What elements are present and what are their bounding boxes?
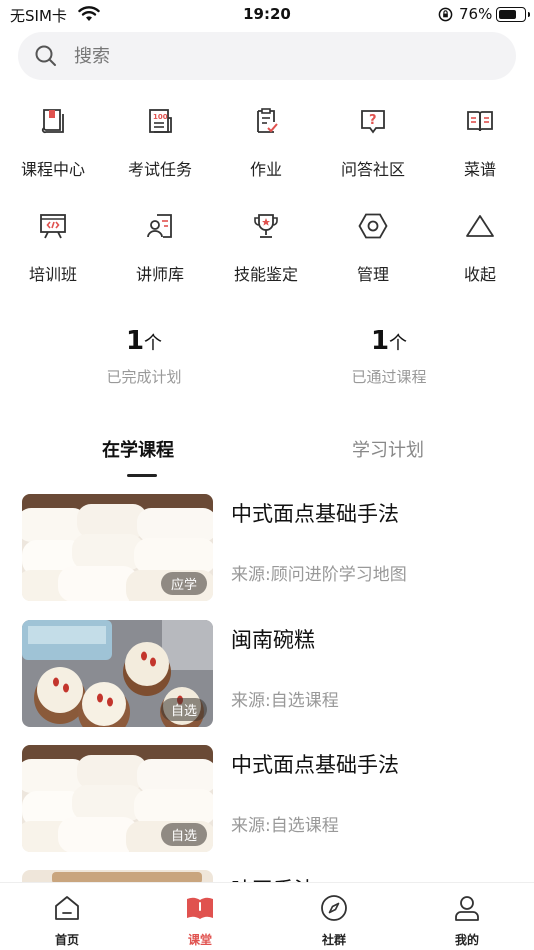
trophy-icon [254, 214, 278, 238]
course-thumbnail: 自选 [22, 745, 213, 852]
stat-label: 已完成计划 [106, 368, 182, 386]
course-center-icon [41, 109, 64, 134]
course-title: 中式面点基础手法 [231, 502, 399, 526]
course-badge: 自选 [160, 823, 207, 846]
grid-label: 问答社区 [340, 160, 405, 179]
tab-current-courses[interactable]: 在学课程 [102, 436, 174, 462]
stat-value: 1 [125, 326, 145, 356]
homework-icon [257, 108, 278, 133]
grid-label: 讲师库 [135, 265, 184, 284]
grid-item-manage[interactable]: 管理 [320, 209, 426, 289]
orientation-lock-icon [438, 7, 453, 22]
nav-home[interactable]: 首页 [0, 883, 134, 950]
course-title: 闽南碗糕 [231, 628, 315, 652]
svg-text:?: ? [369, 113, 377, 128]
status-time: 19:20 [243, 5, 291, 23]
course-source: 来源:自选课程 [231, 816, 339, 836]
tab-study-plans[interactable]: 学习计划 [352, 436, 424, 462]
grid-label: 管理 [356, 265, 389, 284]
nav-label: 首页 [54, 933, 79, 947]
battery-fill [499, 10, 517, 19]
lecturer-icon [147, 214, 172, 238]
grid-label: 考试任务 [127, 160, 192, 179]
nav-label: 我的 [454, 933, 479, 947]
course-item[interactable]: 自选 闽南碗糕 来源:自选课程 [22, 620, 512, 728]
svg-text:100: 100 [153, 113, 168, 121]
grid-item-collapse[interactable]: 收起 [427, 209, 533, 289]
nav-label: 课堂 [187, 933, 212, 947]
course-item[interactable]: 自选 中式面点基础手法 来源:自选课程 [22, 745, 512, 853]
bottom-nav: 首页 课堂 社群 我的 [0, 882, 534, 950]
battery-percent: 76% [459, 5, 493, 23]
stat-unit: 个 [389, 333, 408, 354]
home-icon [55, 896, 79, 920]
grid-label: 技能鉴定 [233, 265, 298, 284]
user-icon [455, 896, 479, 921]
stat-label: 已通过课程 [351, 368, 427, 386]
grid-item-skill-assessment[interactable]: 技能鉴定 [213, 209, 319, 289]
nav-community[interactable]: 社群 [267, 883, 401, 950]
status-bar: 无SIM卡 19:20 76% [0, 0, 534, 30]
stat-value: 1 [370, 326, 390, 356]
exam-task-icon: 100 [149, 109, 172, 133]
grid-item-exam-task[interactable]: 100 考试任务 [107, 104, 213, 184]
stat-completed-plans[interactable]: 1个 已完成计划 [44, 326, 244, 387]
nav-classroom[interactable]: 课堂 [133, 883, 267, 950]
grid-item-recipe[interactable]: 菜谱 [427, 104, 533, 184]
course-source: 来源:自选课程 [231, 691, 339, 711]
grid-label: 菜谱 [463, 160, 496, 179]
battery-nub [527, 11, 530, 17]
nav-mine[interactable]: 我的 [400, 883, 534, 950]
grid-label: 收起 [463, 265, 496, 284]
search-icon [35, 45, 56, 66]
course-badge: 应学 [160, 572, 207, 595]
course-thumbnail: 自选 [22, 620, 213, 727]
compass-icon [321, 895, 347, 921]
nav-label: 社群 [321, 933, 346, 947]
stat-passed-courses[interactable]: 1个 已通过课程 [289, 326, 489, 387]
grid-item-lecturer[interactable]: 讲师库 [107, 209, 213, 289]
search-input[interactable] [74, 42, 474, 70]
grid-label: 课程中心 [20, 160, 85, 179]
course-item[interactable]: 应学 中式面点基础手法 来源:顾问进阶学习地图 [22, 494, 512, 602]
battery-icon [496, 7, 530, 22]
hexagon-settings-icon [358, 213, 388, 239]
course-badge: 自选 [160, 698, 207, 721]
course-title: 中式面点基础手法 [231, 753, 399, 777]
grid-label: 作业 [249, 160, 282, 179]
qa-community-icon: ? [361, 110, 385, 134]
grid-label: 培训班 [28, 265, 77, 284]
grid-item-training-class[interactable]: 培训班 [0, 209, 106, 289]
active-tab-indicator [127, 474, 157, 477]
classroom-book-icon [187, 897, 213, 919]
grid-item-course-center[interactable]: 课程中心 [0, 104, 106, 184]
search-bar[interactable] [18, 32, 516, 80]
course-source: 来源:顾问进阶学习地图 [231, 565, 407, 585]
course-thumbnail: 应学 [22, 494, 213, 601]
grid-item-homework[interactable]: 作业 [213, 104, 319, 184]
training-class-icon [40, 214, 66, 239]
triangle-collapse-icon [466, 215, 494, 237]
stat-unit: 个 [144, 333, 163, 354]
grid-item-qa-community[interactable]: ? 问答社区 [320, 104, 426, 184]
recipe-book-icon [467, 111, 493, 132]
